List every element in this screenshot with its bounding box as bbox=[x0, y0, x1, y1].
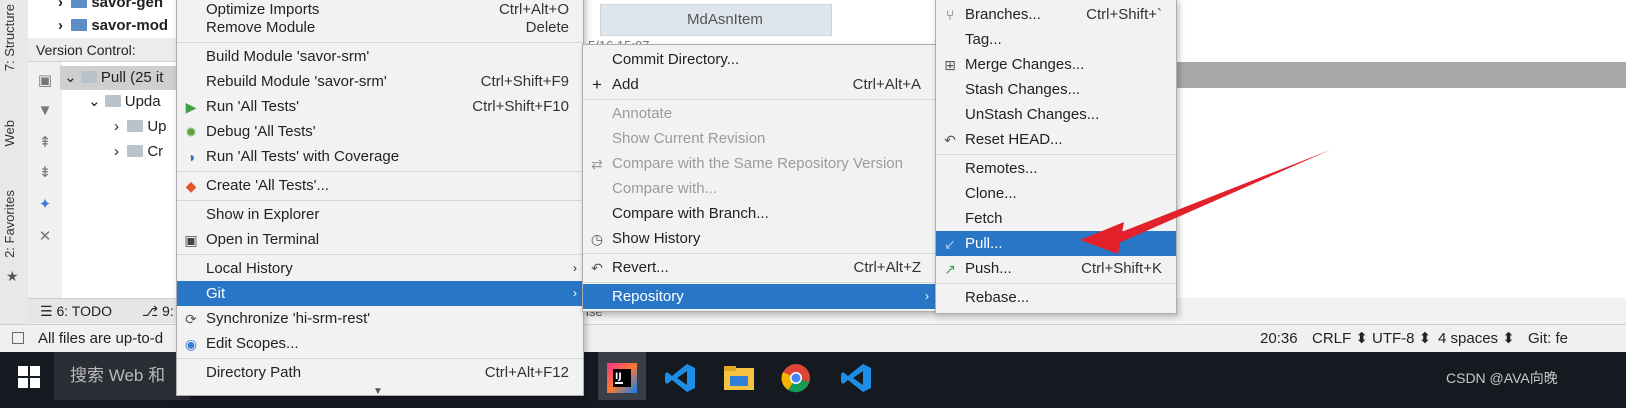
annotation-arrow bbox=[1080, 150, 1330, 254]
